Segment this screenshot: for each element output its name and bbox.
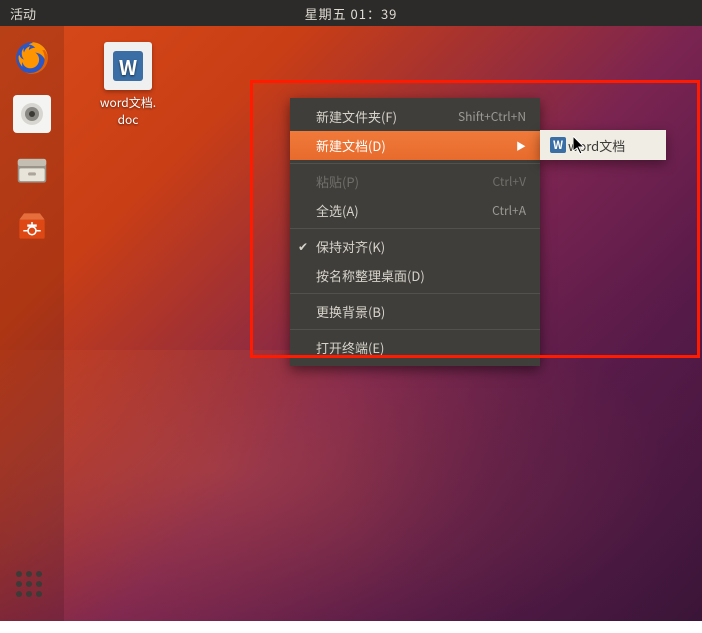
menu-item-select-all[interactable]: 全选(A) Ctrl+A: [290, 196, 540, 225]
menu-item-organize-by-name[interactable]: 按名称整理桌面(D): [290, 261, 540, 290]
dock-app-software[interactable]: [10, 204, 54, 248]
top-bar: 活动 星期五 01：39: [0, 0, 702, 26]
menu-item-change-background[interactable]: 更换背景(B): [290, 297, 540, 326]
files-icon: [13, 151, 51, 189]
desktop-file-label: word文档. doc: [88, 94, 168, 128]
dock: [0, 26, 64, 621]
menu-separator: [290, 163, 540, 164]
show-apps-button[interactable]: [16, 571, 48, 603]
activities-button[interactable]: 活动: [0, 4, 46, 23]
new-document-submenu: W word文档: [540, 130, 666, 160]
menu-item-new-folder[interactable]: 新建文件夹(F) Shift+Ctrl+N: [290, 102, 540, 131]
menu-item-paste: 粘贴(P) Ctrl+V: [290, 167, 540, 196]
speaker-icon: [13, 95, 51, 133]
desktop-context-menu: 新建文件夹(F) Shift+Ctrl+N 新建文档(D) ▶ 粘贴(P) Ct…: [290, 98, 540, 366]
dock-app-firefox[interactable]: [10, 36, 54, 80]
firefox-icon: [13, 39, 51, 77]
dock-app-rhythmbox[interactable]: [10, 92, 54, 136]
menu-separator: [290, 293, 540, 294]
menu-item-keep-aligned[interactable]: ✔ 保持对齐(K): [290, 232, 540, 261]
software-icon: [13, 207, 51, 245]
desktop[interactable]: 活动 星期五 01：39: [0, 0, 702, 621]
menu-item-open-terminal[interactable]: 打开终端(E): [290, 333, 540, 362]
check-icon: ✔: [298, 238, 308, 255]
submenu-item-label: word文档: [568, 136, 625, 155]
desktop-file-word-doc[interactable]: W word文档. doc: [88, 42, 168, 128]
menu-item-new-document[interactable]: 新建文档(D) ▶: [290, 131, 540, 160]
word-doc-icon: W: [104, 42, 152, 90]
menu-separator: [290, 329, 540, 330]
clock[interactable]: 星期五 01：39: [305, 4, 398, 23]
menu-separator: [290, 228, 540, 229]
submenu-arrow-icon: ▶: [516, 138, 526, 153]
submenu-item-word-doc[interactable]: W word文档: [540, 133, 666, 157]
dock-app-files[interactable]: [10, 148, 54, 192]
word-icon: W: [550, 137, 566, 153]
